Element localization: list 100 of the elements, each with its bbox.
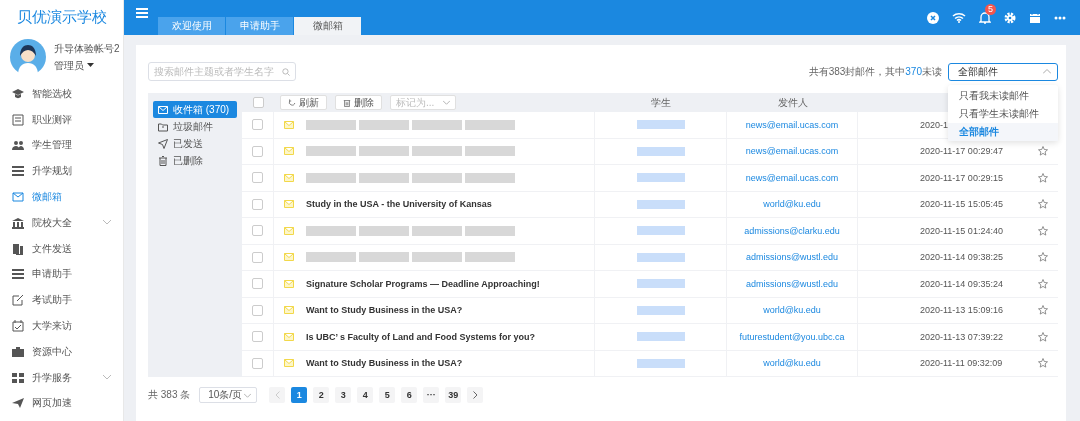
nav-item[interactable]: 学生管理: [32, 138, 72, 153]
sender-link[interactable]: admissions@wustl.edu: [745, 278, 839, 289]
mail-date: 2020-11-15 15:05:45: [920, 199, 1003, 210]
star-icon[interactable]: [1038, 225, 1048, 236]
star-icon[interactable]: [1038, 331, 1048, 342]
mail-subject[interactable]: Want to Study Business in the USA?: [306, 358, 463, 369]
trash-icon: [343, 98, 351, 107]
folder-icon: [158, 155, 168, 166]
nav-icon: [12, 139, 24, 152]
star-icon[interactable]: [1038, 172, 1048, 183]
nav-icon: [12, 397, 24, 410]
nav-item[interactable]: 微邮箱: [32, 190, 62, 205]
star-icon[interactable]: [1038, 252, 1048, 263]
checkbox[interactable]: [252, 145, 263, 157]
nav-item[interactable]: 考试助手: [32, 293, 72, 308]
chevron-right-icon: [472, 391, 478, 399]
column-header: 发件人: [777, 95, 808, 110]
star-icon[interactable]: [1038, 358, 1048, 369]
checkbox[interactable]: [252, 198, 263, 210]
nav-item[interactable]: 升学规划: [32, 164, 72, 179]
page-button[interactable]: ···: [423, 387, 440, 403]
star-icon[interactable]: [1038, 146, 1048, 157]
column-header: 学生: [651, 95, 671, 110]
settings-icon[interactable]: [1004, 11, 1016, 24]
nav-item[interactable]: 大学来访: [32, 319, 72, 334]
mail-date: 2020-11-17 00:29:47: [920, 146, 1003, 157]
folder-item[interactable]: 已发送: [153, 135, 237, 152]
previous-page-button[interactable]: [269, 387, 286, 403]
nav-item[interactable]: 申请助手: [32, 267, 72, 282]
sender-link[interactable]: world@ku.edu: [763, 199, 821, 210]
avatar-icon: [10, 39, 46, 75]
page-button[interactable]: 4: [357, 387, 374, 403]
chevron-left-icon: [274, 391, 280, 399]
user-name: 升导体验帐号2: [54, 41, 120, 56]
close-icon[interactable]: [927, 11, 939, 24]
nav-item[interactable]: 升学服务: [32, 370, 72, 385]
sender-link[interactable]: admissions@wustl.edu: [745, 252, 839, 263]
star-icon[interactable]: [1038, 305, 1048, 316]
checkbox[interactable]: [252, 251, 263, 263]
mail-subject[interactable]: Study in the USA - the University of Kansas: [306, 199, 492, 210]
checkbox[interactable]: [252, 119, 263, 131]
checkbox[interactable]: [252, 331, 263, 343]
filter-option[interactable]: 只看学生未读邮件: [948, 104, 1058, 123]
star-icon[interactable]: [1038, 278, 1048, 289]
nav-item[interactable]: 资源中心: [32, 344, 72, 359]
refresh-button[interactable]: 刷新: [280, 95, 327, 110]
page-button[interactable]: 39: [445, 387, 462, 403]
sender-link[interactable]: futurestudent@you.ubc.ca: [739, 331, 845, 342]
sender-link[interactable]: admissions@clarku.edu: [744, 225, 840, 236]
delete-button[interactable]: 删除: [335, 95, 382, 110]
tab[interactable]: 微邮箱: [294, 17, 361, 35]
role-menu[interactable]: 管理员: [54, 58, 84, 73]
page-button[interactable]: 3: [335, 387, 352, 403]
caret-icon[interactable]: [87, 63, 94, 68]
search-icon[interactable]: [282, 67, 290, 76]
more-icon[interactable]: [1054, 15, 1066, 20]
filter-option[interactable]: 只看我未读邮件: [948, 86, 1058, 105]
sender-link[interactable]: world@ku.edu: [763, 358, 821, 369]
envelope-icon: [284, 306, 294, 315]
checkbox[interactable]: [252, 172, 263, 184]
nav-item[interactable]: 院校大全: [32, 215, 72, 230]
checkbox[interactable]: [252, 357, 263, 369]
filter-select[interactable]: 全部邮件: [948, 62, 1058, 81]
nav-item[interactable]: 职业测评: [32, 112, 72, 127]
checkbox[interactable]: [252, 278, 263, 290]
folder-item[interactable]: 已删除: [153, 152, 237, 169]
checkbox[interactable]: [252, 304, 263, 316]
checkbox[interactable]: [252, 97, 264, 108]
nav-icon: [12, 320, 24, 333]
nav-item[interactable]: 文件发送: [32, 241, 72, 256]
sender-link[interactable]: news@email.ucas.com: [745, 119, 839, 130]
next-page-button[interactable]: [467, 387, 484, 403]
mail-subject[interactable]: Signature Scholar Programs — Deadline Approaching!: [306, 278, 540, 289]
sender-link[interactable]: news@email.ucas.com: [745, 146, 839, 157]
chevron-icon[interactable]: [103, 220, 111, 226]
mail-subject[interactable]: Is UBC’ s Faculty of Land and Food Systems for you?: [306, 331, 536, 342]
nav-icon: [12, 113, 24, 126]
envelope-icon: [284, 279, 294, 288]
caret-icon: [443, 100, 450, 105]
page-button[interactable]: 2: [313, 387, 330, 403]
folder-item[interactable]: 收件箱 (370): [153, 101, 237, 118]
total-count: 共 383 条: [148, 388, 191, 402]
mail-subject[interactable]: Want to Study Business in the USA?: [306, 305, 463, 316]
page-button[interactable]: 6: [401, 387, 418, 403]
star-icon[interactable]: [1038, 199, 1048, 210]
folder-item[interactable]: 垃圾邮件: [153, 118, 237, 135]
page-button[interactable]: 5: [379, 387, 396, 403]
chevron-icon[interactable]: [103, 375, 111, 381]
sender-link[interactable]: news@email.ucas.com: [745, 172, 839, 183]
nav-item[interactable]: 智能选校: [32, 86, 72, 101]
bell-icon[interactable]: [979, 11, 991, 24]
nav-item[interactable]: 网页加速: [32, 396, 72, 411]
checkbox[interactable]: [252, 225, 263, 237]
blurred-student: [636, 252, 685, 262]
menu-icon[interactable]: [136, 8, 148, 18]
page-size-select[interactable]: 10条/页: [199, 387, 258, 403]
calendar-icon[interactable]: [1029, 11, 1041, 24]
sender-link[interactable]: world@ku.edu: [763, 305, 821, 316]
page-button[interactable]: 1: [291, 387, 308, 403]
wifi-icon[interactable]: [952, 12, 966, 23]
